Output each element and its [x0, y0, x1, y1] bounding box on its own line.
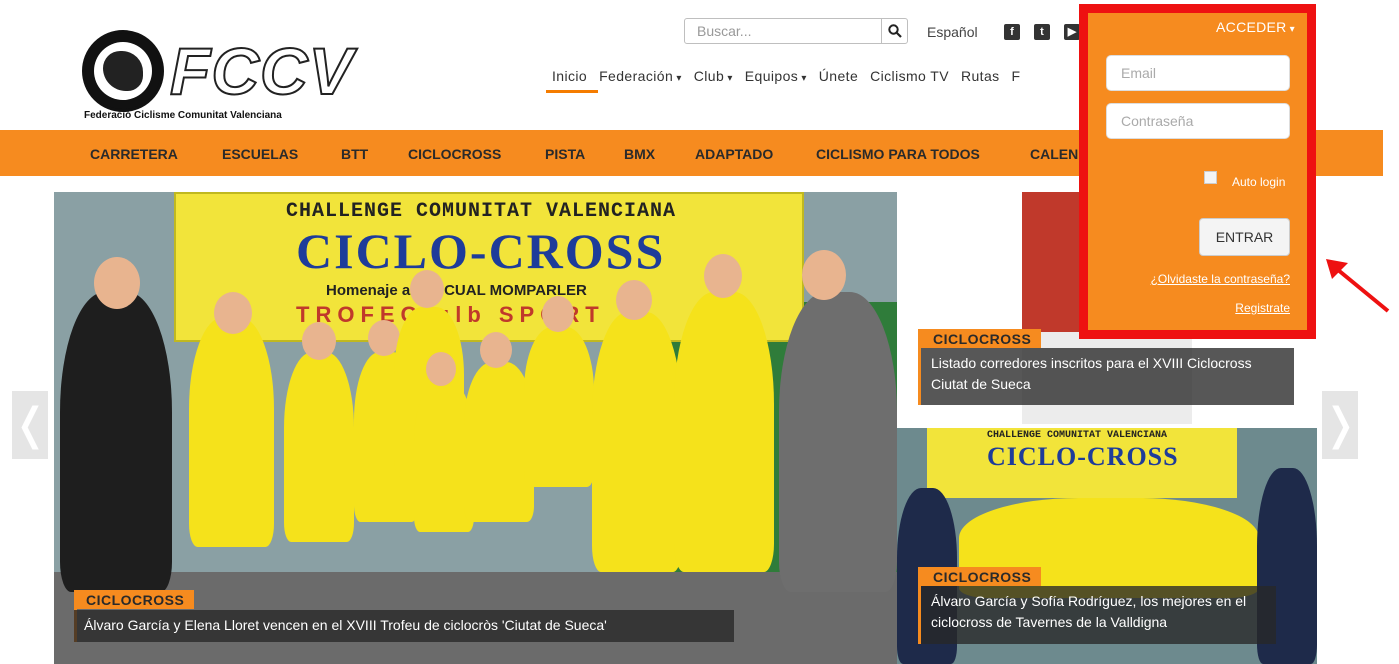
nav-item-truncated[interactable]: F — [1012, 68, 1021, 88]
logo-subtitle: Federació Ciclisme Comunitat Valenciana — [84, 110, 282, 121]
slide-caption[interactable]: Álvaro García y Elena Lloret vencen en e… — [74, 610, 734, 642]
slide-category-label[interactable]: CICLOCROSS — [74, 590, 195, 609]
banner-line-3: Homenaje a PASCUAL MOMPARLER — [326, 282, 587, 299]
site-logo[interactable]: FCCV Federació Ciclisme Comunitat Valenc… — [80, 30, 354, 125]
search-icon — [888, 24, 902, 38]
slide-caption[interactable]: Listado corredores inscritos para el XVI… — [921, 348, 1294, 405]
twitter-icon[interactable]: t — [1034, 24, 1050, 40]
nav-item-inicio[interactable]: Inicio — [552, 68, 587, 88]
search-input[interactable] — [685, 19, 881, 43]
highlight-box — [1079, 4, 1316, 339]
nav-item-unete[interactable]: Únete — [819, 68, 858, 88]
category-carretera[interactable]: CARRETERA — [90, 146, 178, 162]
nav-item-equipos[interactable]: Equipos — [745, 68, 807, 88]
page: FCCV Federació Ciclisme Comunitat Valenc… — [0, 0, 1399, 664]
search-box — [684, 18, 908, 44]
red-pointer-arrow-icon — [1326, 259, 1390, 313]
rider-figure — [592, 312, 682, 572]
banner-line-2: CICLO-CROSS — [987, 442, 1179, 471]
banner-line-1: CHALLENGE COMUNITAT VALENCIANA — [987, 430, 1168, 441]
logo-text: FCCV — [169, 34, 354, 108]
category-ciclocross[interactable]: CICLOCROSS — [408, 146, 501, 162]
banner-line-1: CHALLENGE COMUNITAT VALENCIANA — [286, 200, 677, 223]
category-bmx[interactable]: BMX — [624, 146, 655, 162]
nav-item-club[interactable]: Club — [694, 68, 733, 88]
main-navigation: Inicio Federación Club Equipos Únete Cic… — [552, 68, 1021, 88]
category-btt[interactable]: BTT — [341, 146, 368, 162]
language-selector[interactable]: Español — [927, 24, 978, 40]
category-pista[interactable]: PISTA — [545, 146, 585, 162]
rider-figure — [674, 292, 774, 572]
side-slide-bottom[interactable]: CHALLENGE COMUNITAT VALENCIANA CICLO-CRO… — [897, 428, 1317, 664]
main-slide-image[interactable]: CHALLENGE COMUNITAT VALENCIANA CICLO-CRO… — [54, 192, 897, 664]
banner-line-2: CICLO-CROSS — [296, 223, 666, 279]
rider-figure — [524, 327, 594, 487]
slider-prev-button[interactable]: ❬ — [12, 391, 49, 459]
slider-next-button[interactable]: ❭ — [1322, 391, 1359, 459]
rider-figure — [189, 317, 274, 547]
event-banner: CHALLENGE COMUNITAT VALENCIANA CICLO-CRO… — [927, 428, 1237, 498]
category-escuelas[interactable]: ESCUELAS — [222, 146, 298, 162]
active-nav-indicator — [546, 90, 598, 93]
category-ciclismo-para-todos[interactable]: CICLISMO PARA TODOS — [816, 146, 980, 162]
rider-figure — [284, 352, 354, 542]
youtube-icon[interactable]: ▶ — [1064, 24, 1080, 40]
slide-category-label[interactable]: CICLOCROSS — [921, 567, 1042, 586]
slide-caption[interactable]: Álvaro García y Sofía Rodríguez, los mej… — [921, 586, 1276, 644]
search-button[interactable] — [881, 19, 907, 43]
person-figure — [60, 292, 172, 592]
slide-category-label[interactable]: CICLOCROSS — [921, 329, 1042, 348]
nav-item-federacion[interactable]: Federación — [599, 68, 682, 88]
facebook-icon[interactable]: f — [1004, 24, 1020, 40]
nav-item-ciclismo-tv[interactable]: Ciclismo TV — [870, 68, 949, 88]
category-adaptado[interactable]: ADAPTADO — [695, 146, 773, 162]
federation-seal-icon — [82, 30, 164, 112]
person-figure — [779, 292, 897, 592]
nav-item-rutas[interactable]: Rutas — [961, 68, 1000, 88]
